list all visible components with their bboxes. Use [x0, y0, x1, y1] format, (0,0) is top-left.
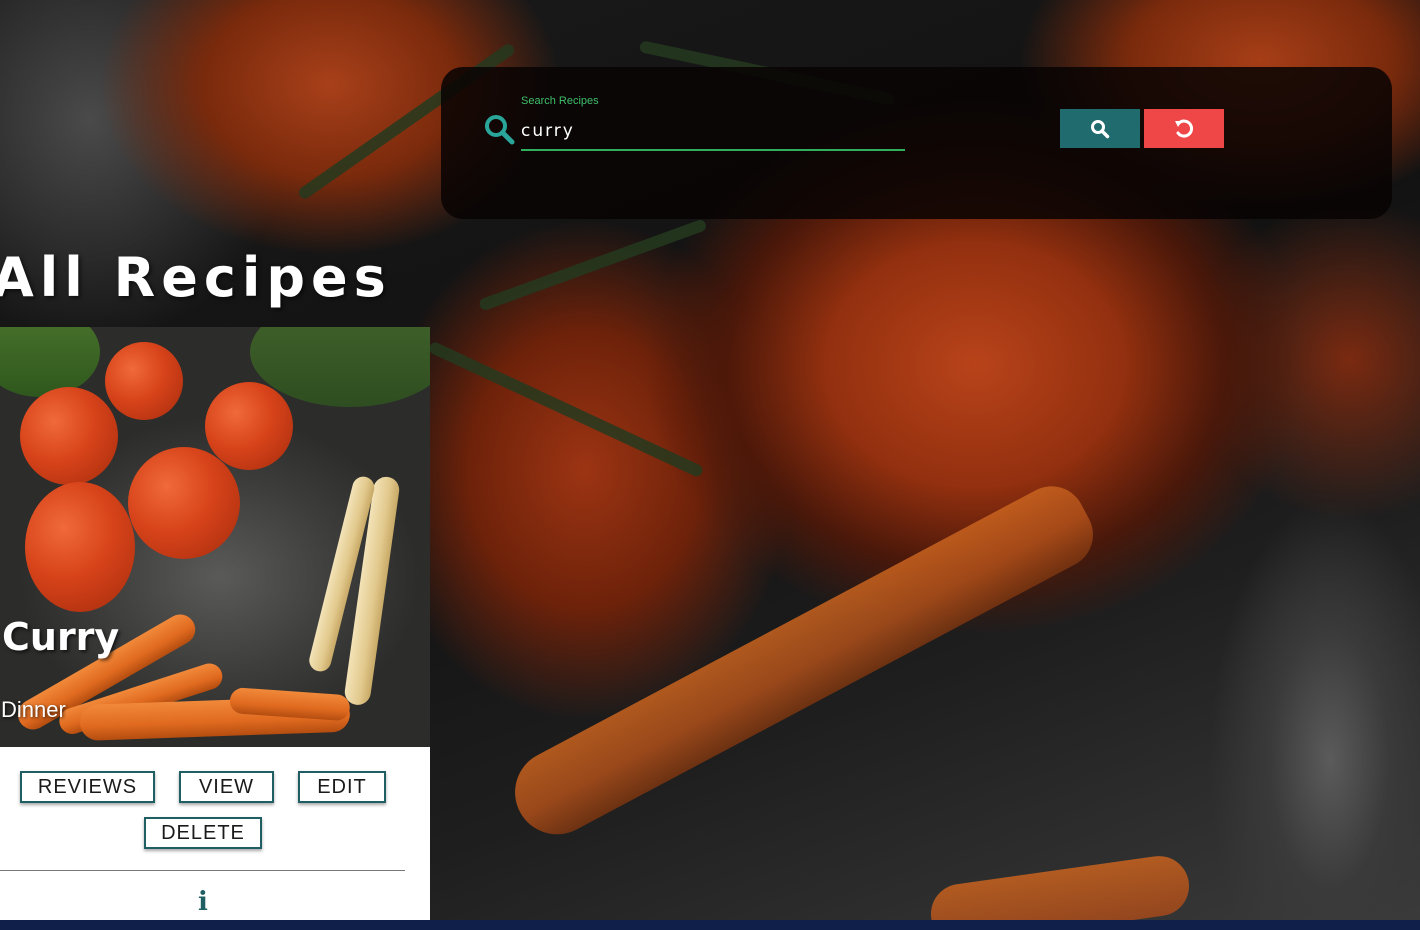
recipe-image: Curry Dinner [0, 327, 430, 747]
reset-icon [1175, 119, 1194, 138]
card-divider [0, 870, 405, 871]
background-carrot [500, 474, 1105, 850]
background-stem [477, 218, 708, 312]
search-label: Search Recipes [521, 95, 599, 107]
taskbar [0, 920, 1420, 930]
image-tomato [205, 382, 293, 470]
view-button[interactable]: VIEW [179, 771, 274, 803]
search-icon [485, 115, 515, 145]
page: Search Recipes All Recipes [0, 0, 1420, 930]
edit-button[interactable]: EDIT [298, 771, 386, 803]
recipe-card: Curry Dinner REVIEWS VIEW EDIT DELETE i [0, 327, 430, 930]
image-tomato [25, 482, 135, 612]
delete-button[interactable]: DELETE [144, 817, 262, 849]
info-icon[interactable]: i [195, 887, 211, 917]
search-button[interactable] [1060, 109, 1140, 148]
background-stem [427, 340, 705, 479]
page-title: All Recipes [0, 246, 392, 309]
image-tomato [20, 387, 118, 485]
image-greens [0, 327, 100, 397]
recipe-category: Dinner [1, 697, 66, 722]
image-tomato [128, 447, 240, 559]
search-input[interactable] [521, 113, 905, 151]
image-tomato [105, 342, 183, 420]
reviews-button[interactable]: REVIEWS [20, 771, 155, 803]
background-carrot [927, 852, 1193, 930]
search-icon [1091, 119, 1110, 138]
recipe-title: Curry [2, 615, 120, 659]
reset-button[interactable] [1144, 109, 1224, 148]
